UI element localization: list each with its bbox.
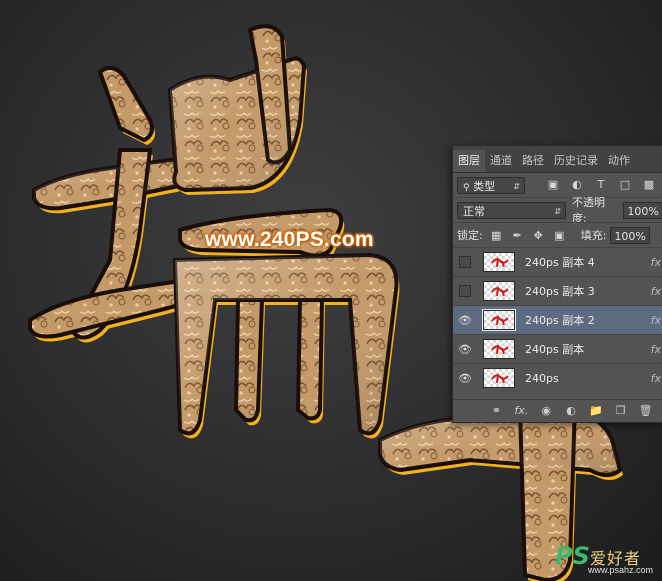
blend-mode-value: 正常 xyxy=(463,204,485,218)
link-icon[interactable]: ⚭ xyxy=(489,403,504,419)
layer-effects-icon[interactable]: fx xyxy=(651,314,661,327)
blend-row: 正常 ⇵ 不透明度: 100% xyxy=(453,196,662,225)
watermark-text: www.240PS.com xyxy=(205,228,374,251)
red-glyph-icon xyxy=(491,344,509,355)
red-glyph-icon xyxy=(491,286,509,297)
trash-icon[interactable]: 🗑 xyxy=(638,403,653,419)
mask-icon[interactable]: ◉ xyxy=(539,403,554,419)
layer-effects-icon[interactable]: fx xyxy=(651,256,661,269)
layer-row-copy3[interactable]: 240ps 副本 3 fx xyxy=(453,276,662,305)
layer-name: 240ps xyxy=(525,371,559,385)
site-logo-ps: PS xyxy=(555,542,590,570)
lock-transparent-pixels-icon[interactable]: ▦ xyxy=(489,228,504,243)
layer-thumbnail xyxy=(483,252,515,272)
hidden-box-icon xyxy=(459,256,471,268)
lock-position-icon[interactable]: ✥ xyxy=(531,228,546,243)
layer-name: 240ps 副本 3 xyxy=(525,285,595,298)
blend-mode-select[interactable]: 正常 ⇵ xyxy=(457,201,567,219)
layer-row-copy4[interactable]: 240ps 副本 4 fx xyxy=(453,247,662,276)
visibility-toggle[interactable] xyxy=(453,248,477,276)
visibility-toggle[interactable] xyxy=(453,277,477,305)
tab-channels[interactable]: 通道 xyxy=(485,150,517,172)
fill-input[interactable]: 100% xyxy=(610,226,651,244)
tab-paths[interactable]: 路径 xyxy=(517,150,549,172)
new-layer-icon[interactable]: ❐ xyxy=(613,403,628,419)
layer-row-original[interactable]: 👁 240ps fx xyxy=(453,363,662,392)
lock-all-icon[interactable]: ▣ xyxy=(552,228,567,243)
red-glyph-icon xyxy=(491,257,509,268)
shape-filter-icon[interactable]: □ xyxy=(617,177,633,193)
eye-icon: 👁 xyxy=(458,313,472,327)
fx-icon[interactable]: fx. xyxy=(514,403,529,419)
eye-icon: 👁 xyxy=(458,342,472,356)
layer-name: 240ps 副本 2 xyxy=(525,314,595,327)
layer-thumbnail xyxy=(482,309,516,331)
filter-row: ⚲ 类型 ⇵ ▣ ◐ T □ ▩ xyxy=(453,173,662,197)
type-filter-icon[interactable]: T xyxy=(593,177,609,193)
search-icon: ⚲ xyxy=(463,182,470,193)
visibility-toggle[interactable]: 👁 xyxy=(453,306,477,334)
hidden-box-icon xyxy=(459,285,471,297)
layers-panel: 图层 通道 路径 历史记录 动作 ⚲ 类型 ⇵ ▣ ◐ T □ ▩ 正常 ⇵ 不… xyxy=(452,145,662,423)
layer-effects-icon[interactable]: fx xyxy=(651,343,661,356)
folder-icon[interactable]: 📁 xyxy=(588,403,603,419)
lock-image-pixels-icon[interactable]: ✒ xyxy=(510,228,525,243)
layer-thumbnail xyxy=(483,339,515,359)
layer-thumbnail xyxy=(483,368,515,388)
adjustment-icon[interactable]: ◐ xyxy=(564,403,579,419)
red-glyph-icon xyxy=(491,373,509,384)
layer-list: 240ps 副本 4 fx 240ps 副本 3 fx 👁 240ps 副本 2… xyxy=(453,247,662,392)
layer-row-copy[interactable]: 👁 240ps 副本 fx xyxy=(453,334,662,363)
layer-effects-icon[interactable]: fx xyxy=(651,285,661,298)
fill-label: 填充: xyxy=(580,229,607,242)
layer-kind-label: 类型 xyxy=(473,179,496,193)
layer-effects-icon[interactable]: fx xyxy=(651,372,661,385)
layer-name: 240ps 副本 xyxy=(525,343,585,356)
visibility-toggle[interactable]: 👁 xyxy=(453,364,477,392)
tab-layers[interactable]: 图层 xyxy=(453,150,485,172)
layer-name: 240ps 副本 4 xyxy=(525,256,595,269)
lock-row: 锁定: ▦ ✒ ✥ ▣ 填充: 100% xyxy=(453,222,662,247)
site-logo-url: www.psahz.com xyxy=(588,565,654,575)
visibility-toggle[interactable]: 👁 xyxy=(453,335,477,363)
lock-label: 锁定: xyxy=(457,229,483,242)
panel-bottom-bar: ⚭ fx. ◉ ◐ 📁 ❐ 🗑 xyxy=(453,399,662,422)
panel-tabs: 图层 通道 路径 历史记录 动作 xyxy=(453,146,662,173)
image-filter-icon[interactable]: ▣ xyxy=(545,177,561,193)
red-glyph-icon xyxy=(491,315,509,326)
chevron-updown-icon: ⇵ xyxy=(554,206,562,216)
tab-history[interactable]: 历史记录 xyxy=(549,150,603,172)
chevron-updown-icon: ⇵ xyxy=(513,181,520,191)
adjustment-filter-icon[interactable]: ◐ xyxy=(569,177,585,193)
tab-actions[interactable]: 动作 xyxy=(603,150,635,172)
layer-row-copy2[interactable]: 👁 240ps 副本 2 fx xyxy=(453,305,662,334)
smart-object-filter-icon[interactable]: ▩ xyxy=(641,177,657,193)
layer-thumbnail xyxy=(483,281,515,301)
layer-kind-filter[interactable]: ⚲ 类型 ⇵ xyxy=(457,176,525,194)
opacity-input[interactable]: 100% xyxy=(623,201,662,219)
eye-icon: 👁 xyxy=(458,371,472,385)
